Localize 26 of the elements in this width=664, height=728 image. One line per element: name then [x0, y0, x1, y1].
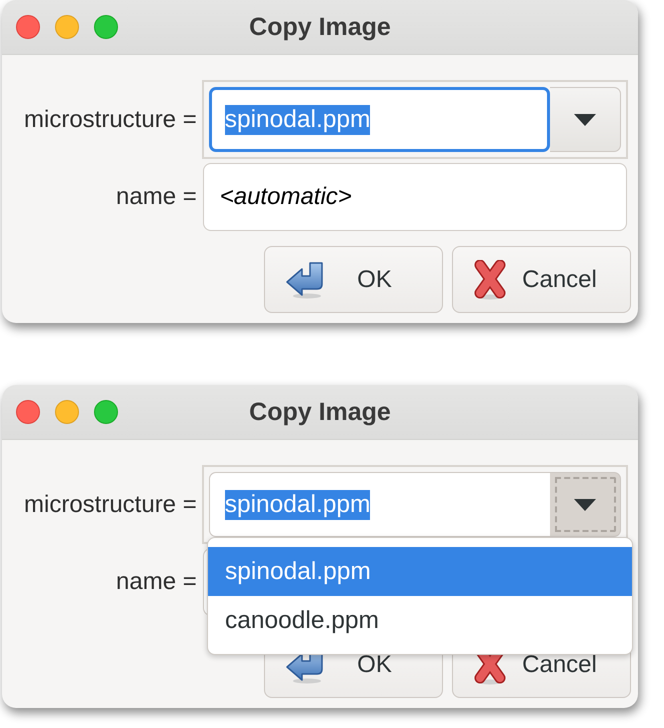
return-arrow-icon: [285, 260, 325, 298]
cancel-button[interactable]: Cancel: [452, 246, 631, 313]
window-minimize-button[interactable]: [55, 15, 79, 39]
field-label: name =: [116, 568, 197, 596]
caret-icon: [574, 498, 596, 510]
x-mark-icon: [473, 260, 507, 300]
window-minimize-button[interactable]: [55, 400, 79, 424]
ok-button[interactable]: OK: [264, 246, 443, 313]
field-label: name =: [116, 183, 197, 211]
field-label: microstructure =: [24, 490, 197, 518]
window-close-button[interactable]: [16, 400, 40, 424]
dropdown-button[interactable]: [550, 472, 621, 537]
window-zoom-button[interactable]: [94, 400, 118, 424]
field-label: microstructure =: [24, 106, 197, 134]
caret-icon: [574, 114, 596, 126]
window-title: Copy Image: [249, 12, 391, 42]
window-title: Copy Image: [249, 398, 391, 426]
combo-entry[interactable]: spinodal.ppm: [208, 472, 550, 537]
selected-text: spinodal.ppm: [224, 104, 370, 134]
dropdown-button[interactable]: [550, 87, 621, 152]
menu-item[interactable]: spinodal.ppm: [208, 547, 632, 596]
selected-text: spinodal.ppm: [224, 490, 370, 520]
window-zoom-button[interactable]: [94, 15, 118, 39]
window-close-button[interactable]: [16, 15, 40, 39]
text-field[interactable]: <automatic>: [202, 163, 627, 231]
combo-entry[interactable]: spinodal.ppm: [208, 87, 550, 152]
